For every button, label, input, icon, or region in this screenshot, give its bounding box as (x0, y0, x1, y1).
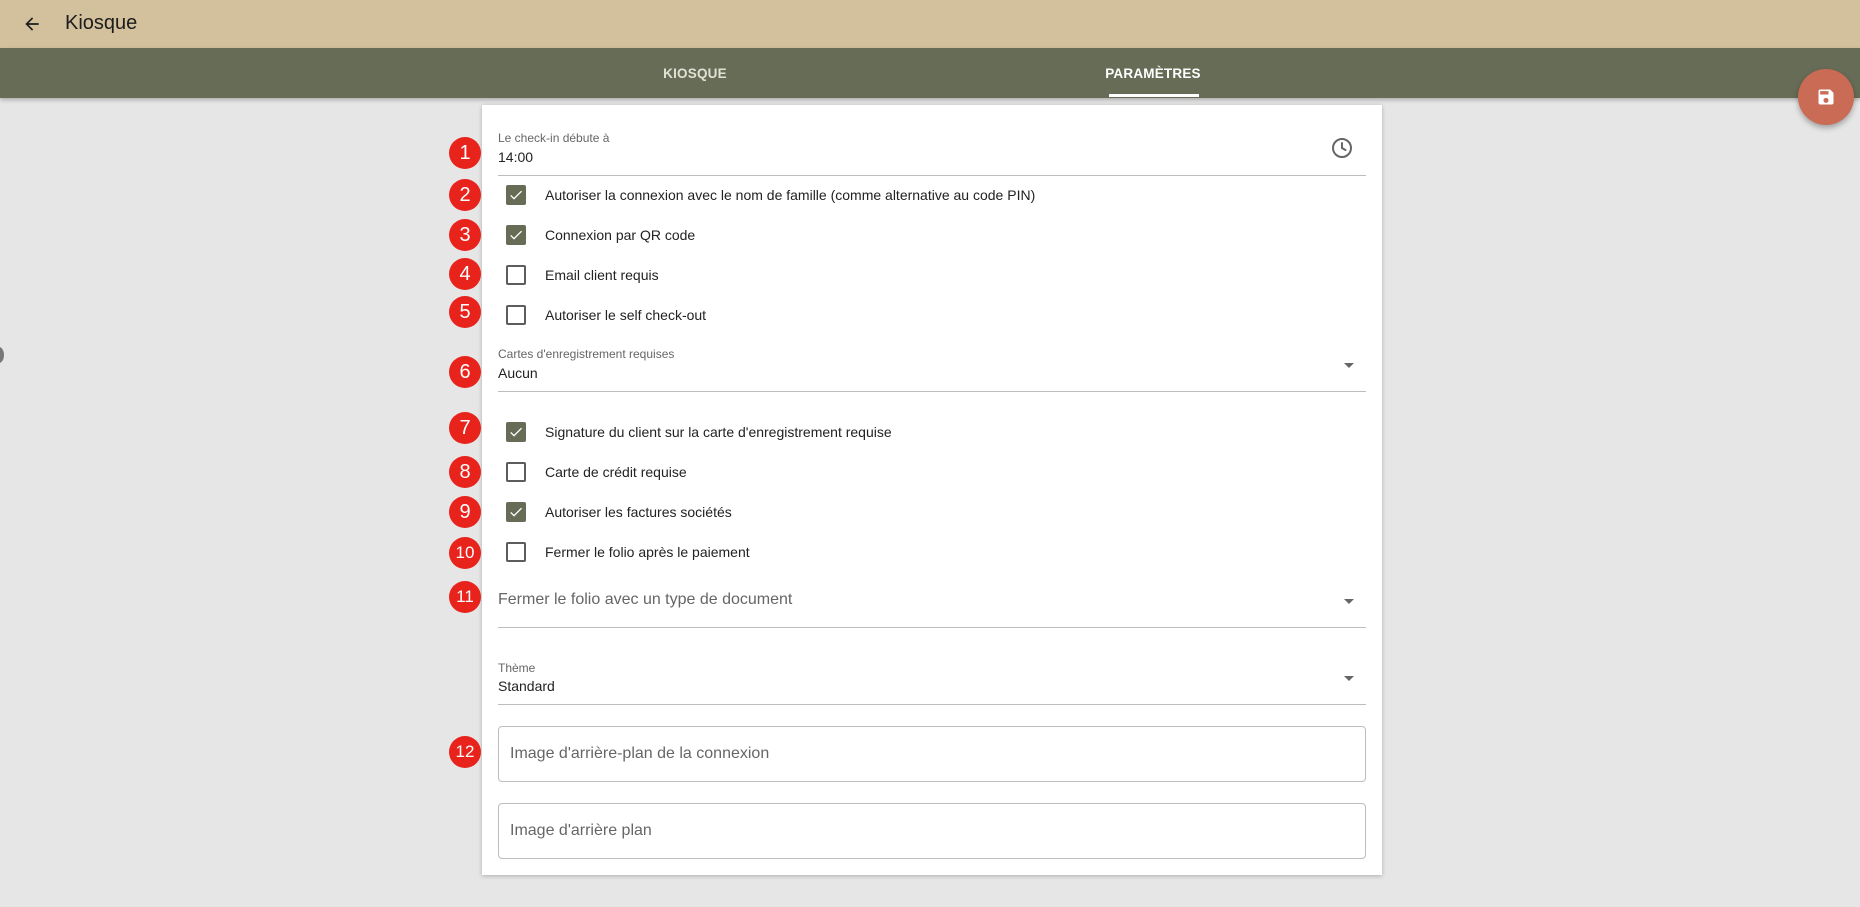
check-icon (510, 427, 522, 437)
save-button[interactable] (1798, 69, 1854, 125)
annotation-badge: 1 (449, 137, 481, 169)
background-image-placeholder: Image d'arrière plan (510, 822, 652, 839)
background-image-input[interactable]: Image d'arrière plan (498, 803, 1366, 859)
checkbox-email-required[interactable]: Email client requis (506, 263, 659, 287)
checkin-time-label: Le check-in débute à (498, 131, 610, 145)
theme-label: Thème (498, 661, 536, 675)
checkin-time-value: 14:00 (498, 149, 534, 165)
tab-bar: KIOSQUE PARAMÈTRES (0, 48, 1860, 98)
tab-parametres[interactable]: PARAMÈTRES (1068, 48, 1238, 98)
back-button[interactable] (18, 10, 46, 38)
checkbox-label: Signature du client sur la carte d'enreg… (545, 424, 892, 440)
annotation-badge: 5 (449, 296, 481, 328)
checkbox-box[interactable] (506, 185, 526, 205)
checkbox-credit-card-required[interactable]: Carte de crédit requise (506, 460, 687, 484)
checkbox-box[interactable] (506, 542, 526, 562)
registration-cards-label: Cartes d'enregistrement requises (498, 347, 675, 361)
arrow-left-icon (25, 17, 39, 31)
checkbox-box[interactable] (506, 422, 526, 442)
annotation-badge: 9 (449, 496, 481, 528)
active-tab-indicator (1109, 94, 1199, 97)
caret-down-icon (1344, 676, 1354, 681)
annotation-badge: 2 (449, 179, 481, 211)
annotation-badge: 11 (449, 581, 481, 613)
login-background-image-input[interactable]: Image d'arrière-plan de la connexion (498, 726, 1366, 782)
page-title: Kiosque (65, 12, 138, 34)
annotation-badge: 3 (449, 219, 481, 251)
checkbox-self-checkout[interactable]: Autoriser le self check-out (506, 303, 706, 327)
check-icon (510, 230, 522, 240)
check-icon (510, 507, 522, 517)
clock-icon[interactable] (1330, 136, 1354, 165)
checkbox-label: Autoriser la connexion avec le nom de fa… (545, 187, 1036, 203)
checkbox-box[interactable] (506, 305, 526, 325)
registration-cards-select[interactable]: Cartes d'enregistrement requises Aucun (498, 341, 1366, 392)
checkbox-label: Connexion par QR code (545, 227, 696, 243)
annotation-badge: 6 (449, 356, 481, 388)
checkbox-box[interactable] (506, 462, 526, 482)
annotation-badge: 4 (449, 258, 481, 290)
close-folio-doc-type-select[interactable]: Fermer le folio avec un type de document (498, 578, 1366, 628)
checkbox-close-folio-after-payment[interactable]: Fermer le folio après le paiement (506, 540, 750, 564)
registration-cards-value: Aucun (498, 365, 538, 381)
side-handle[interactable] (0, 347, 4, 363)
annotation-badge: 7 (449, 412, 481, 444)
checkbox-box[interactable] (506, 225, 526, 245)
tab-kiosque[interactable]: KIOSQUE (610, 48, 780, 98)
caret-down-icon (1344, 363, 1354, 368)
app-header: Kiosque (0, 0, 1860, 48)
theme-select[interactable]: Thème Standard (498, 655, 1366, 705)
checkbox-box[interactable] (506, 265, 526, 285)
floppy-disk-icon (1818, 89, 1834, 105)
checkbox-signature-required[interactable]: Signature du client sur la carte d'enreg… (506, 420, 892, 444)
login-background-image-placeholder: Image d'arrière-plan de la connexion (510, 745, 770, 762)
close-folio-doc-type-placeholder: Fermer le folio avec un type de document (498, 591, 793, 608)
checkbox-label: Autoriser le self check-out (545, 307, 707, 323)
annotation-badge: 10 (449, 537, 481, 569)
checkbox-label: Email client requis (545, 267, 659, 283)
annotation-badge: 8 (449, 456, 481, 488)
checkin-time-field[interactable]: Le check-in débute à 14:00 (498, 125, 1366, 176)
checkbox-box[interactable] (506, 502, 526, 522)
checkbox-qr-login[interactable]: Connexion par QR code (506, 223, 695, 247)
checkbox-label: Carte de crédit requise (545, 464, 687, 480)
check-icon (510, 190, 522, 200)
checkbox-label: Autoriser les factures sociétés (545, 504, 732, 520)
annotation-badge: 12 (449, 736, 481, 768)
checkbox-lastname-login[interactable]: Autoriser la connexion avec le nom de fa… (506, 183, 1035, 207)
caret-down-icon (1344, 599, 1354, 604)
theme-value: Standard (498, 678, 555, 694)
checkbox-company-invoices[interactable]: Autoriser les factures sociétés (506, 500, 732, 524)
checkbox-label: Fermer le folio après le paiement (545, 544, 750, 560)
